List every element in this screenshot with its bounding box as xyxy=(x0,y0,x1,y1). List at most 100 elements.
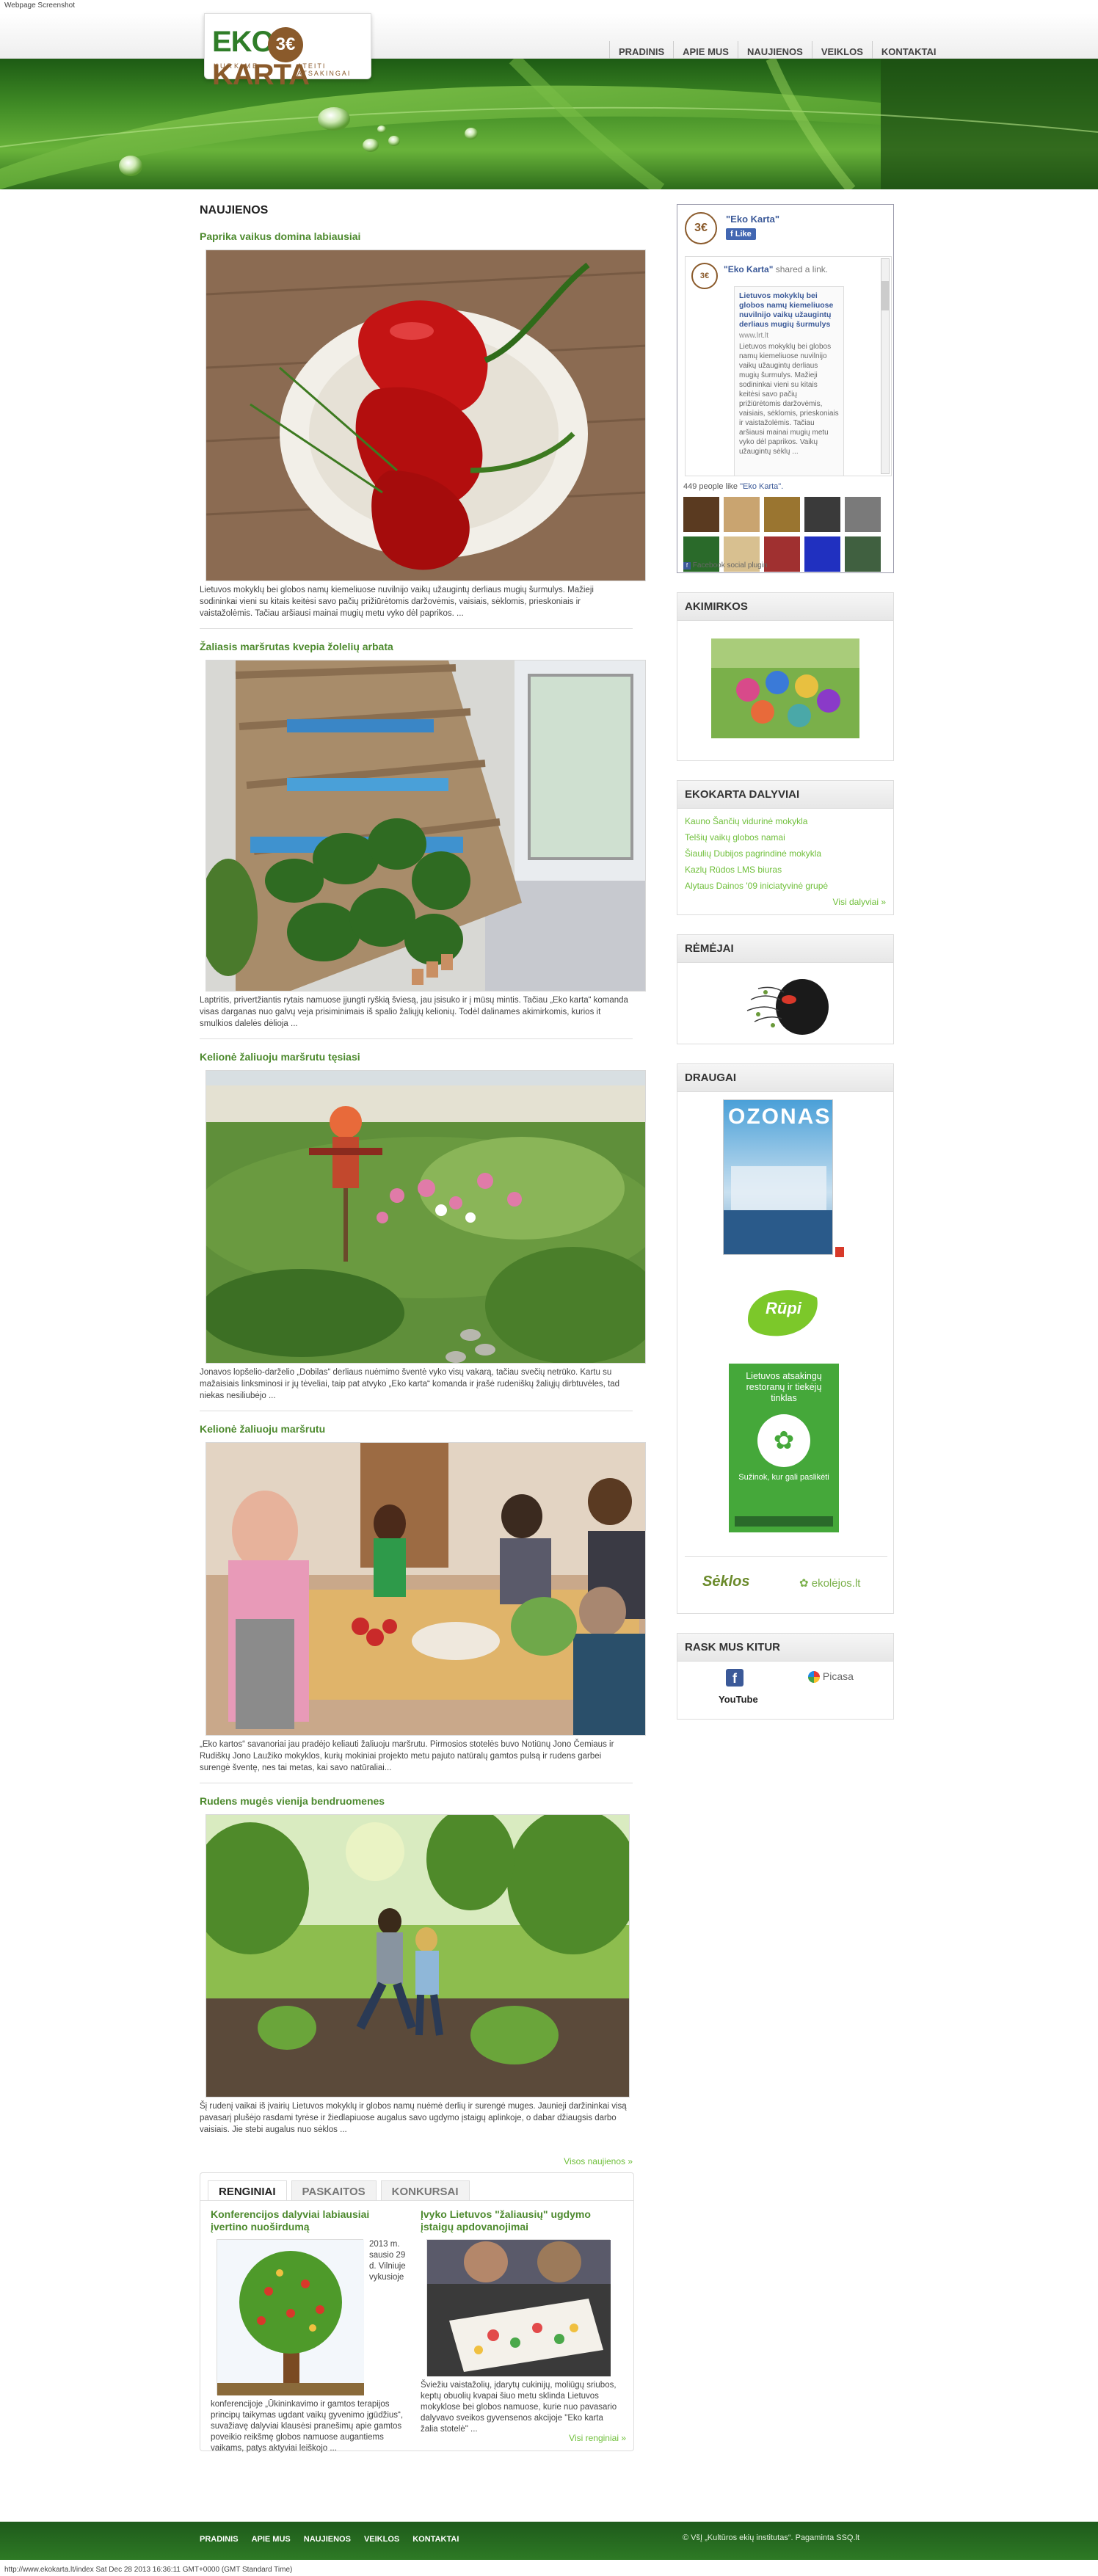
logo-mark-icon: 3€ xyxy=(268,27,303,62)
post-title-link[interactable]: Žaliasis maršrutas kvepia žolelių arbata xyxy=(200,641,393,652)
sidebar: 3€ "Eko Karta" f Like 3€ "Eko Karta" sha… xyxy=(677,204,894,1739)
fb-faces-grid xyxy=(683,497,890,572)
post-title-link[interactable]: Kelionė žaliuoju maršrutu xyxy=(200,1423,325,1435)
footer-nav: PRADINIS APIE MUS NAUJIENOS VEIKLOS KONT… xyxy=(200,2535,472,2544)
ozonas-title: OZONAS xyxy=(728,1105,832,1129)
news-post: Kelionė žaliuoju maršrutu tęsiasi Jonavo… xyxy=(200,1051,646,1411)
footer-nav-veiklos[interactable]: VEIKLOS xyxy=(364,2535,399,2544)
friends-title: DRAUGAI xyxy=(677,1064,893,1092)
post-image-paprika[interactable] xyxy=(206,250,646,581)
fb-face[interactable] xyxy=(724,497,760,532)
footer-nav-apie-mus[interactable]: APIE MUS xyxy=(252,2535,291,2544)
participant-link[interactable]: Kauno Šančių vidurinė mokykla xyxy=(677,813,893,829)
ozonas-magazine[interactable]: OZONAS xyxy=(723,1099,833,1255)
section-title: NAUJIENOS xyxy=(200,204,269,217)
post-avatar: 3€ xyxy=(691,263,718,289)
event-item: Įvyko Lietuvos "žaliausių" ugdymo įstaig… xyxy=(421,2208,619,2435)
footer-nav-naujienos[interactable]: NAUJIENOS xyxy=(304,2535,351,2544)
akimirkos-title: AKIMIRKOS xyxy=(677,593,893,621)
participant-link[interactable]: Telšių vaikų globos namai xyxy=(677,829,893,845)
rupi-text: Rūpi xyxy=(766,1299,801,1317)
picasa-icon xyxy=(808,1671,820,1684)
post-excerpt: Lietuvos mokyklų bei globos namų kiemeli… xyxy=(200,586,594,618)
post-image-fair[interactable] xyxy=(206,1814,630,2097)
event-image-tree[interactable] xyxy=(217,2239,364,2395)
youtube-link[interactable]: YouTube xyxy=(719,1694,758,1705)
all-participants-link[interactable]: Visi dalyviai » xyxy=(833,897,886,907)
news-post: Kelionė žaliuoju maršrutu „Eko kartos“ s… xyxy=(200,1423,646,1783)
pepper-photo xyxy=(206,250,645,581)
event-title-link[interactable]: Įvyko Lietuvos "žaliausių" ugdymo įstaig… xyxy=(421,2208,591,2233)
participant-link[interactable]: Alytaus Dainos '09 iniciatyvinė grupė xyxy=(677,878,893,894)
tab-renginiai[interactable]: RENGINIAI xyxy=(208,2180,287,2200)
post-image-scarecrow[interactable] xyxy=(206,1070,646,1364)
fb-face[interactable] xyxy=(804,536,840,572)
all-news-link[interactable]: Visos naujienos » xyxy=(564,2156,633,2166)
events-tabs: RENGINIAI PASKAITOS KONKURSAI xyxy=(200,2173,633,2201)
akimirkos-photo[interactable] xyxy=(711,638,859,738)
hero-banner xyxy=(0,59,1098,189)
footer-nav-kontaktai[interactable]: KONTAKTAI xyxy=(412,2535,459,2544)
post-title-link[interactable]: Paprika vaikus domina labiausiai xyxy=(200,230,360,242)
fb-scrollbar[interactable] xyxy=(881,258,890,474)
screenshot-caption: Webpage Screenshot xyxy=(4,1,75,10)
autumn-fair-photo xyxy=(206,1815,629,2097)
event-image-cake[interactable] xyxy=(426,2239,611,2376)
ekolejos-logo[interactable]: ✿ ekolėjos.lt xyxy=(799,1576,860,1590)
post-excerpt: Jonavos lopšelio-darželio „Dobilas“ derl… xyxy=(200,1368,620,1400)
fb-face[interactable] xyxy=(764,536,800,572)
post-title-link[interactable]: Kelionė žaliuoju maršrutu tęsiasi xyxy=(200,1051,360,1063)
tab-konkursai[interactable]: KONKURSAI xyxy=(380,2180,470,2200)
news-column: NAUJIENOS Paprika vaikus domina labiausi… xyxy=(200,204,646,2166)
fb-stream: 3€ "Eko Karta" shared a link. Lietuvos m… xyxy=(685,256,892,476)
post-excerpt: „Eko kartos“ savanoriai jau pradėjo keli… xyxy=(200,1740,614,1772)
fb-link-title[interactable]: Lietuvos mokyklų bei globos namų kiemeli… xyxy=(739,291,839,330)
post-excerpt: Šį rudenį vaikai iš įvairių Lietuvos mok… xyxy=(200,2102,627,2134)
fb-like-button[interactable]: f Like xyxy=(726,228,756,240)
facebook-like-box: 3€ "Eko Karta" f Like 3€ "Eko Karta" sha… xyxy=(677,204,894,573)
pdf-icon[interactable] xyxy=(835,1246,845,1258)
post-excerpt: Laptritis, privertžiantis rytais namuose… xyxy=(200,996,628,1028)
fork-leaf-icon: ✿ xyxy=(757,1414,810,1467)
facebook-icon[interactable]: f xyxy=(726,1669,743,1687)
post-image-herbs[interactable] xyxy=(206,660,646,992)
cooking-class-photo xyxy=(206,1443,645,1735)
logo-slogan-left: KURKIME xyxy=(214,62,260,70)
fb-face[interactable] xyxy=(764,497,800,532)
participant-link[interactable]: Šiaulių Dubijos pagrindinė mokykla xyxy=(677,845,893,862)
seklos-logo[interactable]: Sėklos xyxy=(702,1573,749,1590)
picasa-link[interactable]: Picasa xyxy=(808,1670,854,1684)
fb-face[interactable] xyxy=(845,536,881,572)
facebook-icon: f xyxy=(683,562,691,570)
post-image-kitchen[interactable] xyxy=(206,1442,646,1736)
fb-thumb-icon: f xyxy=(730,230,735,239)
sponsor-head-logo xyxy=(746,979,829,1035)
footer-nav-pradinis[interactable]: PRADINIS xyxy=(200,2535,239,2544)
fb-post-action: shared a link. xyxy=(775,264,829,274)
fb-face[interactable] xyxy=(804,497,840,532)
scarecrow-garden-photo xyxy=(206,1071,645,1363)
sponsor-logo[interactable] xyxy=(743,970,839,1040)
tab-paskaitos[interactable]: PASKAITOS xyxy=(291,2180,377,2200)
event-excerpt: konferencijoje „Ūkininkavimo ir gamtos t… xyxy=(211,2400,404,2453)
screenshot-status: http://www.ekokarta.lt/index Sat Dec 28 … xyxy=(4,2566,293,2574)
event-title-link[interactable]: Konferencijos dalyviai labiausiai įverti… xyxy=(211,2208,369,2233)
site-logo[interactable]: EKOKARTA 3€ KURKIME ATEITI ATSAKINGAI xyxy=(204,13,371,91)
restaurant-network-banner[interactable]: Lietuvos atsakingų restoranų ir tiekėjų … xyxy=(729,1364,839,1532)
participants-title: EKOKARTA DALYVIAI xyxy=(677,781,893,809)
tree-illustration xyxy=(217,2240,364,2395)
fb-likes-count: 449 people like "Eko Karta". xyxy=(683,482,784,491)
news-post: Paprika vaikus domina labiausiai Lietuvo… xyxy=(200,230,646,629)
fb-link-domain: www.lrt.lt xyxy=(739,332,768,340)
post-title-link[interactable]: Rudens mugės vienija bendruomenes xyxy=(200,1795,385,1807)
fb-face[interactable] xyxy=(845,497,881,532)
fb-page-name[interactable]: "Eko Karta" xyxy=(726,214,779,225)
rupi-logo[interactable]: Rūpi xyxy=(741,1283,824,1339)
fb-post-author[interactable]: "Eko Karta" xyxy=(724,264,773,274)
page-avatar[interactable]: 3€ xyxy=(685,212,717,244)
fb-face[interactable] xyxy=(683,497,719,532)
fb-link-text: Lietuvos mokyklų bei globos namų kiemeli… xyxy=(739,343,839,456)
participant-link[interactable]: Kazlų Rūdos LMS biuras xyxy=(677,862,893,878)
kids-circle-photo xyxy=(711,638,859,738)
all-events-link[interactable]: Visi renginiai » xyxy=(569,2433,626,2443)
